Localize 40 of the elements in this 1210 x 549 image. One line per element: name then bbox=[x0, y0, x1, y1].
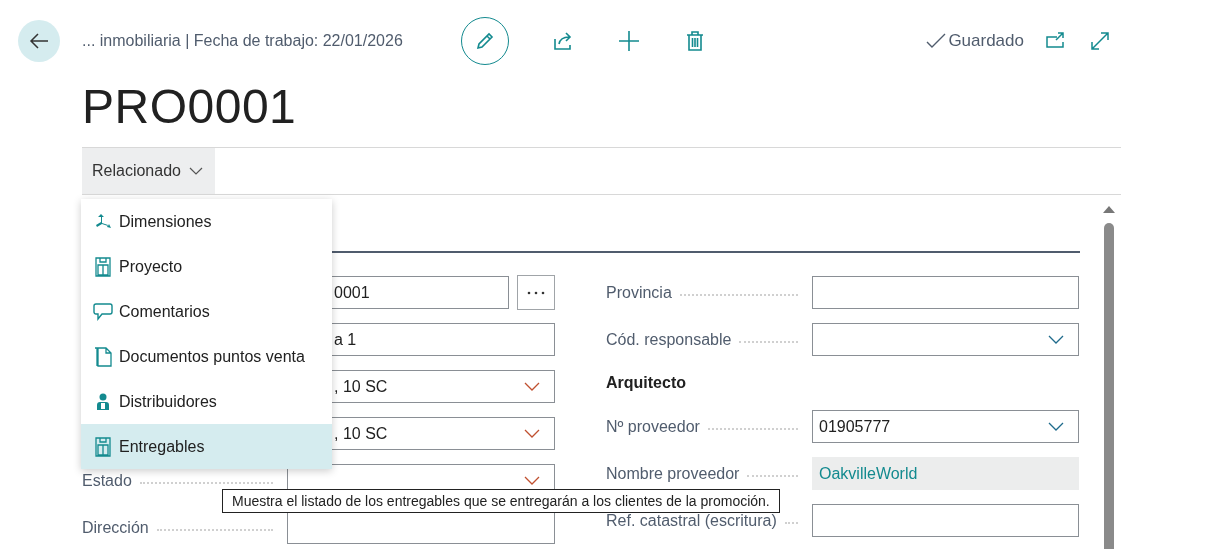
dimensions-icon bbox=[93, 212, 113, 231]
field-label: Ref. catastral (escritura) bbox=[606, 511, 777, 530]
check-icon bbox=[926, 33, 947, 49]
scroll-up-icon[interactable] bbox=[1103, 205, 1115, 213]
menu-item[interactable]: Entregables bbox=[81, 424, 332, 469]
field-label: Nombre proveedor bbox=[606, 464, 740, 483]
chevron-icon bbox=[188, 166, 203, 176]
expand-icon[interactable] bbox=[1088, 29, 1112, 53]
pencil-icon bbox=[474, 30, 496, 52]
tooltip: Muestra el listado de los entregables que se entregarán a los clientes de la promoción. bbox=[222, 489, 780, 513]
lookup-button[interactable] bbox=[517, 275, 555, 310]
chevron-down-icon bbox=[1048, 421, 1064, 432]
related-menu-button[interactable]: Relacionado bbox=[82, 148, 215, 194]
document-icon bbox=[93, 256, 113, 277]
document-icon bbox=[93, 436, 113, 457]
field-label: Cód. responsable bbox=[606, 330, 732, 349]
input-field[interactable]: OakvilleWorld bbox=[812, 457, 1079, 490]
field-label: Provincia bbox=[606, 283, 672, 302]
input-field[interactable]: 01905777 bbox=[812, 410, 1079, 443]
chevron-down-icon bbox=[524, 475, 540, 486]
field-label: Nº proveedor bbox=[606, 417, 700, 436]
input-field[interactable] bbox=[812, 323, 1079, 356]
field-label: Dirección bbox=[82, 518, 149, 537]
record-title: PRO0001 bbox=[82, 79, 298, 135]
saved-status: Guardado bbox=[948, 31, 1024, 51]
menu-item[interactable]: Dimensiones bbox=[81, 199, 332, 244]
speech-bubble-icon bbox=[93, 301, 113, 322]
back-button[interactable] bbox=[18, 20, 60, 62]
input-field[interactable] bbox=[812, 504, 1079, 537]
more-icon bbox=[527, 290, 545, 295]
page-icon bbox=[93, 346, 113, 367]
field-label: Estado bbox=[82, 471, 132, 490]
chevron-down-icon bbox=[524, 428, 540, 439]
breadcrumb: ... inmobiliaria | Fecha de trabajo: 22/01/2026 bbox=[82, 32, 404, 50]
group-heading: Arquitecto bbox=[606, 373, 687, 393]
chevron-down-icon bbox=[524, 381, 540, 392]
scrollbar-thumb[interactable] bbox=[1104, 223, 1114, 549]
chevron-down-icon bbox=[1048, 334, 1064, 345]
add-icon[interactable] bbox=[617, 29, 641, 53]
input-field[interactable] bbox=[812, 276, 1079, 309]
